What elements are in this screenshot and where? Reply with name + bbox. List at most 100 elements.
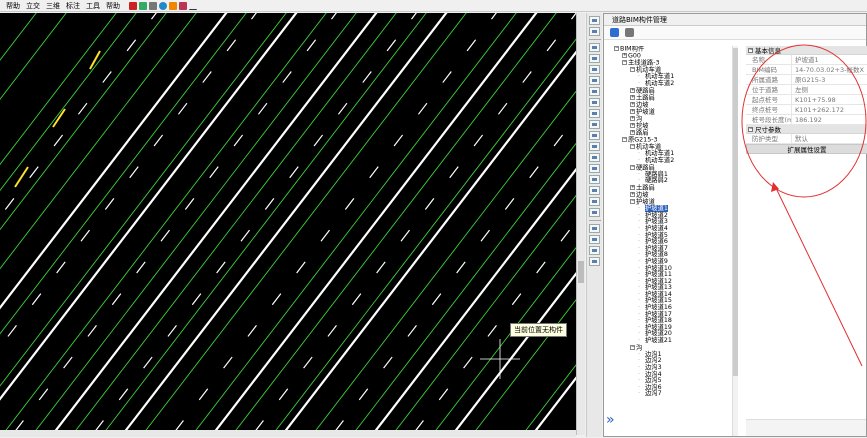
tree-node[interactable]: · 边沟6 — [614, 384, 740, 392]
chamfer-tool-icon[interactable] — [589, 153, 600, 162]
collapse-icon[interactable]: − — [622, 60, 627, 66]
property-value[interactable]: K101+75.98 — [792, 95, 867, 104]
viewport-horizontal-scrollbar[interactable] — [0, 430, 576, 437]
scroll-thumb[interactable] — [578, 261, 584, 283]
tree-node[interactable]: · 护坡道18 — [614, 317, 740, 325]
tree-node[interactable]: · 护坡道5 — [614, 232, 740, 240]
collapse-icon[interactable]: − — [614, 46, 619, 51]
viewport-vertical-scrollbar[interactable] — [576, 13, 585, 435]
properties-tool-icon[interactable] — [589, 235, 600, 244]
extend-tool-icon[interactable] — [589, 131, 600, 140]
triangle-tool-icon[interactable] — [589, 43, 600, 52]
pencil-tool-icon[interactable] — [589, 16, 600, 25]
tree-node[interactable]: +沟 — [614, 116, 740, 123]
trim-tool-icon[interactable] — [589, 120, 600, 129]
category-basic-info[interactable]: − 基本信息 — [746, 46, 867, 55]
extended-properties-button[interactable]: 扩展属性设置 — [746, 144, 867, 154]
explode-tool-icon[interactable] — [589, 208, 600, 217]
3d-model-icon[interactable] — [129, 1, 137, 10]
expand-icon[interactable]: + — [630, 108, 635, 114]
match-tool-icon[interactable] — [589, 246, 600, 255]
property-value[interactable]: 14-70.03.02+3-帐数X — [792, 65, 867, 74]
tree-node[interactable]: +硬路肩 — [614, 87, 740, 95]
menu-item-annotate[interactable]: 标注 — [63, 0, 83, 12]
property-row[interactable]: 所属道路 原G215-3 — [746, 75, 867, 85]
arc-tool-icon[interactable] — [589, 197, 600, 206]
tree-node[interactable]: · 边沟5 — [614, 377, 740, 385]
grid-tool-icon[interactable] — [589, 65, 600, 74]
block-tool-icon[interactable] — [589, 257, 600, 266]
collapse-icon[interactable]: − — [630, 199, 635, 205]
tree-node[interactable]: · 边沟2 — [614, 358, 740, 365]
tree-node[interactable]: +土路肩 — [614, 94, 740, 102]
tree-node[interactable]: · 护坡道16 — [614, 304, 740, 312]
collapse-icon[interactable]: − — [630, 144, 635, 150]
property-value[interactable]: 186.192 — [792, 115, 867, 124]
cad-viewport[interactable] — [0, 13, 576, 435]
tree-node[interactable]: −机动车道 — [614, 144, 740, 151]
property-row[interactable]: 起点桩号 K101+75.98 — [746, 95, 867, 105]
category-size-params[interactable]: − 尺寸参数 — [746, 125, 867, 134]
property-row[interactable]: 终点桩号 K101+262.172 — [746, 105, 867, 115]
collapse-icon[interactable]: − — [748, 47, 753, 53]
menu-item-help-2[interactable]: 帮助 — [103, 0, 123, 12]
tree-node[interactable]: · 护坡道12 — [614, 278, 740, 286]
property-value[interactable]: 默认 — [792, 134, 867, 143]
copy-tool-icon[interactable] — [589, 98, 600, 107]
tree-node[interactable]: +土路肩 — [614, 185, 740, 192]
rotate-tool-icon[interactable] — [589, 87, 600, 96]
tree-node[interactable]: · 机动车道2 — [614, 80, 740, 88]
tree-node[interactable]: · 护坡道21 — [614, 337, 740, 345]
property-value[interactable]: 左侧 — [792, 85, 867, 94]
tree-node[interactable]: −原G215-3 — [614, 137, 740, 144]
component-tree[interactable]: −BIM构件 +G00 −主线道路-3 −机动车道 · 机动车道1 · 机动车道2 +硬路肩 +土… — [614, 46, 740, 438]
tree-node[interactable]: −机动车道 — [614, 67, 740, 74]
tree-node[interactable]: · 护坡道2 — [614, 212, 740, 220]
tree-node[interactable]: · 护坡道7 — [614, 245, 740, 253]
expand-icon[interactable]: + — [630, 94, 635, 100]
list-icon[interactable] — [625, 28, 634, 37]
shape-tool-icon[interactable] — [589, 54, 600, 63]
expand-icon[interactable]: + — [630, 130, 635, 136]
expand-icon[interactable]: + — [622, 53, 627, 59]
tree-node[interactable]: −沟 — [614, 344, 740, 352]
tree-node[interactable]: · 机动车道2 — [614, 157, 740, 165]
snap-tool-icon[interactable] — [589, 27, 600, 36]
collapse-icon[interactable]: − — [630, 164, 635, 170]
stretch-tool-icon[interactable] — [589, 164, 600, 173]
collapse-icon[interactable]: − — [748, 126, 753, 132]
fillet-tool-icon[interactable] — [589, 186, 600, 195]
menu-item-3d[interactable]: 三维 — [43, 0, 63, 12]
tree-node[interactable]: · 护坡道20 — [614, 331, 740, 338]
collapse-icon[interactable]: − — [630, 344, 635, 350]
tree-node[interactable]: · 护坡道9 — [614, 258, 740, 266]
tree-node[interactable]: · 护坡道14 — [614, 291, 740, 299]
tree-node[interactable]: · 边沟3 — [614, 364, 740, 372]
tree-node[interactable]: · 机动车道1 — [614, 74, 740, 81]
expand-icon[interactable]: + — [630, 87, 635, 93]
property-row[interactable]: 名称 护坡道1 — [746, 55, 867, 65]
collapse-icon[interactable]: − — [622, 137, 627, 143]
chart-icon[interactable] — [179, 1, 187, 10]
tree-node[interactable]: +边坡 — [614, 101, 740, 109]
curve-icon[interactable] — [189, 2, 197, 10]
tree-node[interactable]: · 护坡道8 — [614, 252, 740, 259]
tree-node[interactable]: · 边沟7 — [614, 390, 740, 398]
tree-node[interactable]: · 硬路肩1 — [614, 171, 740, 179]
scale-tool-icon[interactable] — [589, 109, 600, 118]
globe-icon[interactable] — [159, 1, 167, 10]
property-row[interactable]: 防护类型 默认 — [746, 134, 867, 144]
tree-scroll-thumb[interactable] — [733, 48, 738, 376]
tree-node[interactable]: +边坡 — [614, 192, 740, 199]
menu-item-help-1[interactable]: 帮助 — [3, 0, 23, 12]
tree-node[interactable]: · 边沟4 — [614, 371, 740, 379]
menu-item-tools[interactable]: 工具 — [83, 0, 103, 12]
tree-node[interactable]: · 护坡道10 — [614, 265, 740, 273]
expand-icon[interactable]: + — [630, 191, 635, 197]
property-row[interactable]: 位于道路 左侧 — [746, 85, 867, 95]
3d-view-icon[interactable] — [610, 28, 619, 37]
tree-node[interactable]: · 护坡道6 — [614, 238, 740, 246]
collapse-icon[interactable]: − — [630, 67, 635, 73]
tree-node[interactable]: · 护坡道17 — [614, 311, 740, 319]
property-row[interactable]: BIM编码 14-70.03.02+3-帐数X — [746, 65, 867, 75]
